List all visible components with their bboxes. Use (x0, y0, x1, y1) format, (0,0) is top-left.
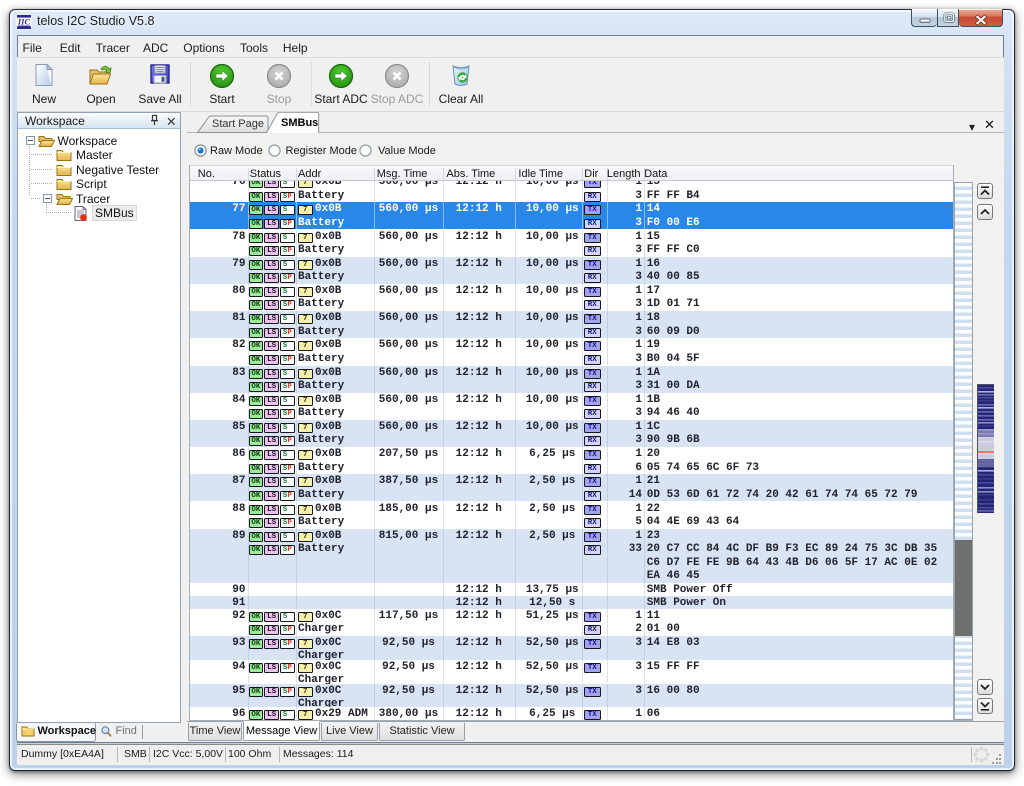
svg-text:IIC: IIC (17, 17, 31, 27)
